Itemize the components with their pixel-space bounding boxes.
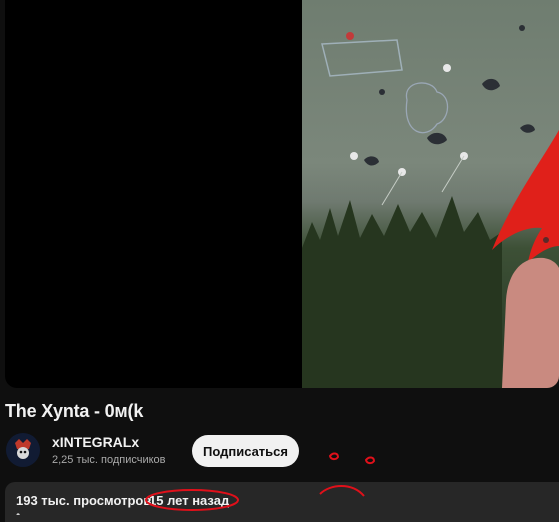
- description-text-cut: •: [16, 509, 24, 515]
- subscriber-count: 2,25 тыс. подписчиков: [52, 454, 166, 466]
- channel-avatar[interactable]: [6, 433, 40, 467]
- upload-age: 15 лет назад: [149, 493, 230, 508]
- painting-artwork: [302, 25, 559, 388]
- video-frame: [302, 0, 559, 388]
- view-count: 193 тыс. просмотров: [16, 493, 152, 508]
- subscribe-button[interactable]: Подписаться: [192, 435, 299, 467]
- channel-name[interactable]: xINTEGRALx: [52, 434, 139, 450]
- video-player[interactable]: [5, 0, 559, 388]
- video-title: The Xynta - 0м(k: [5, 401, 144, 421]
